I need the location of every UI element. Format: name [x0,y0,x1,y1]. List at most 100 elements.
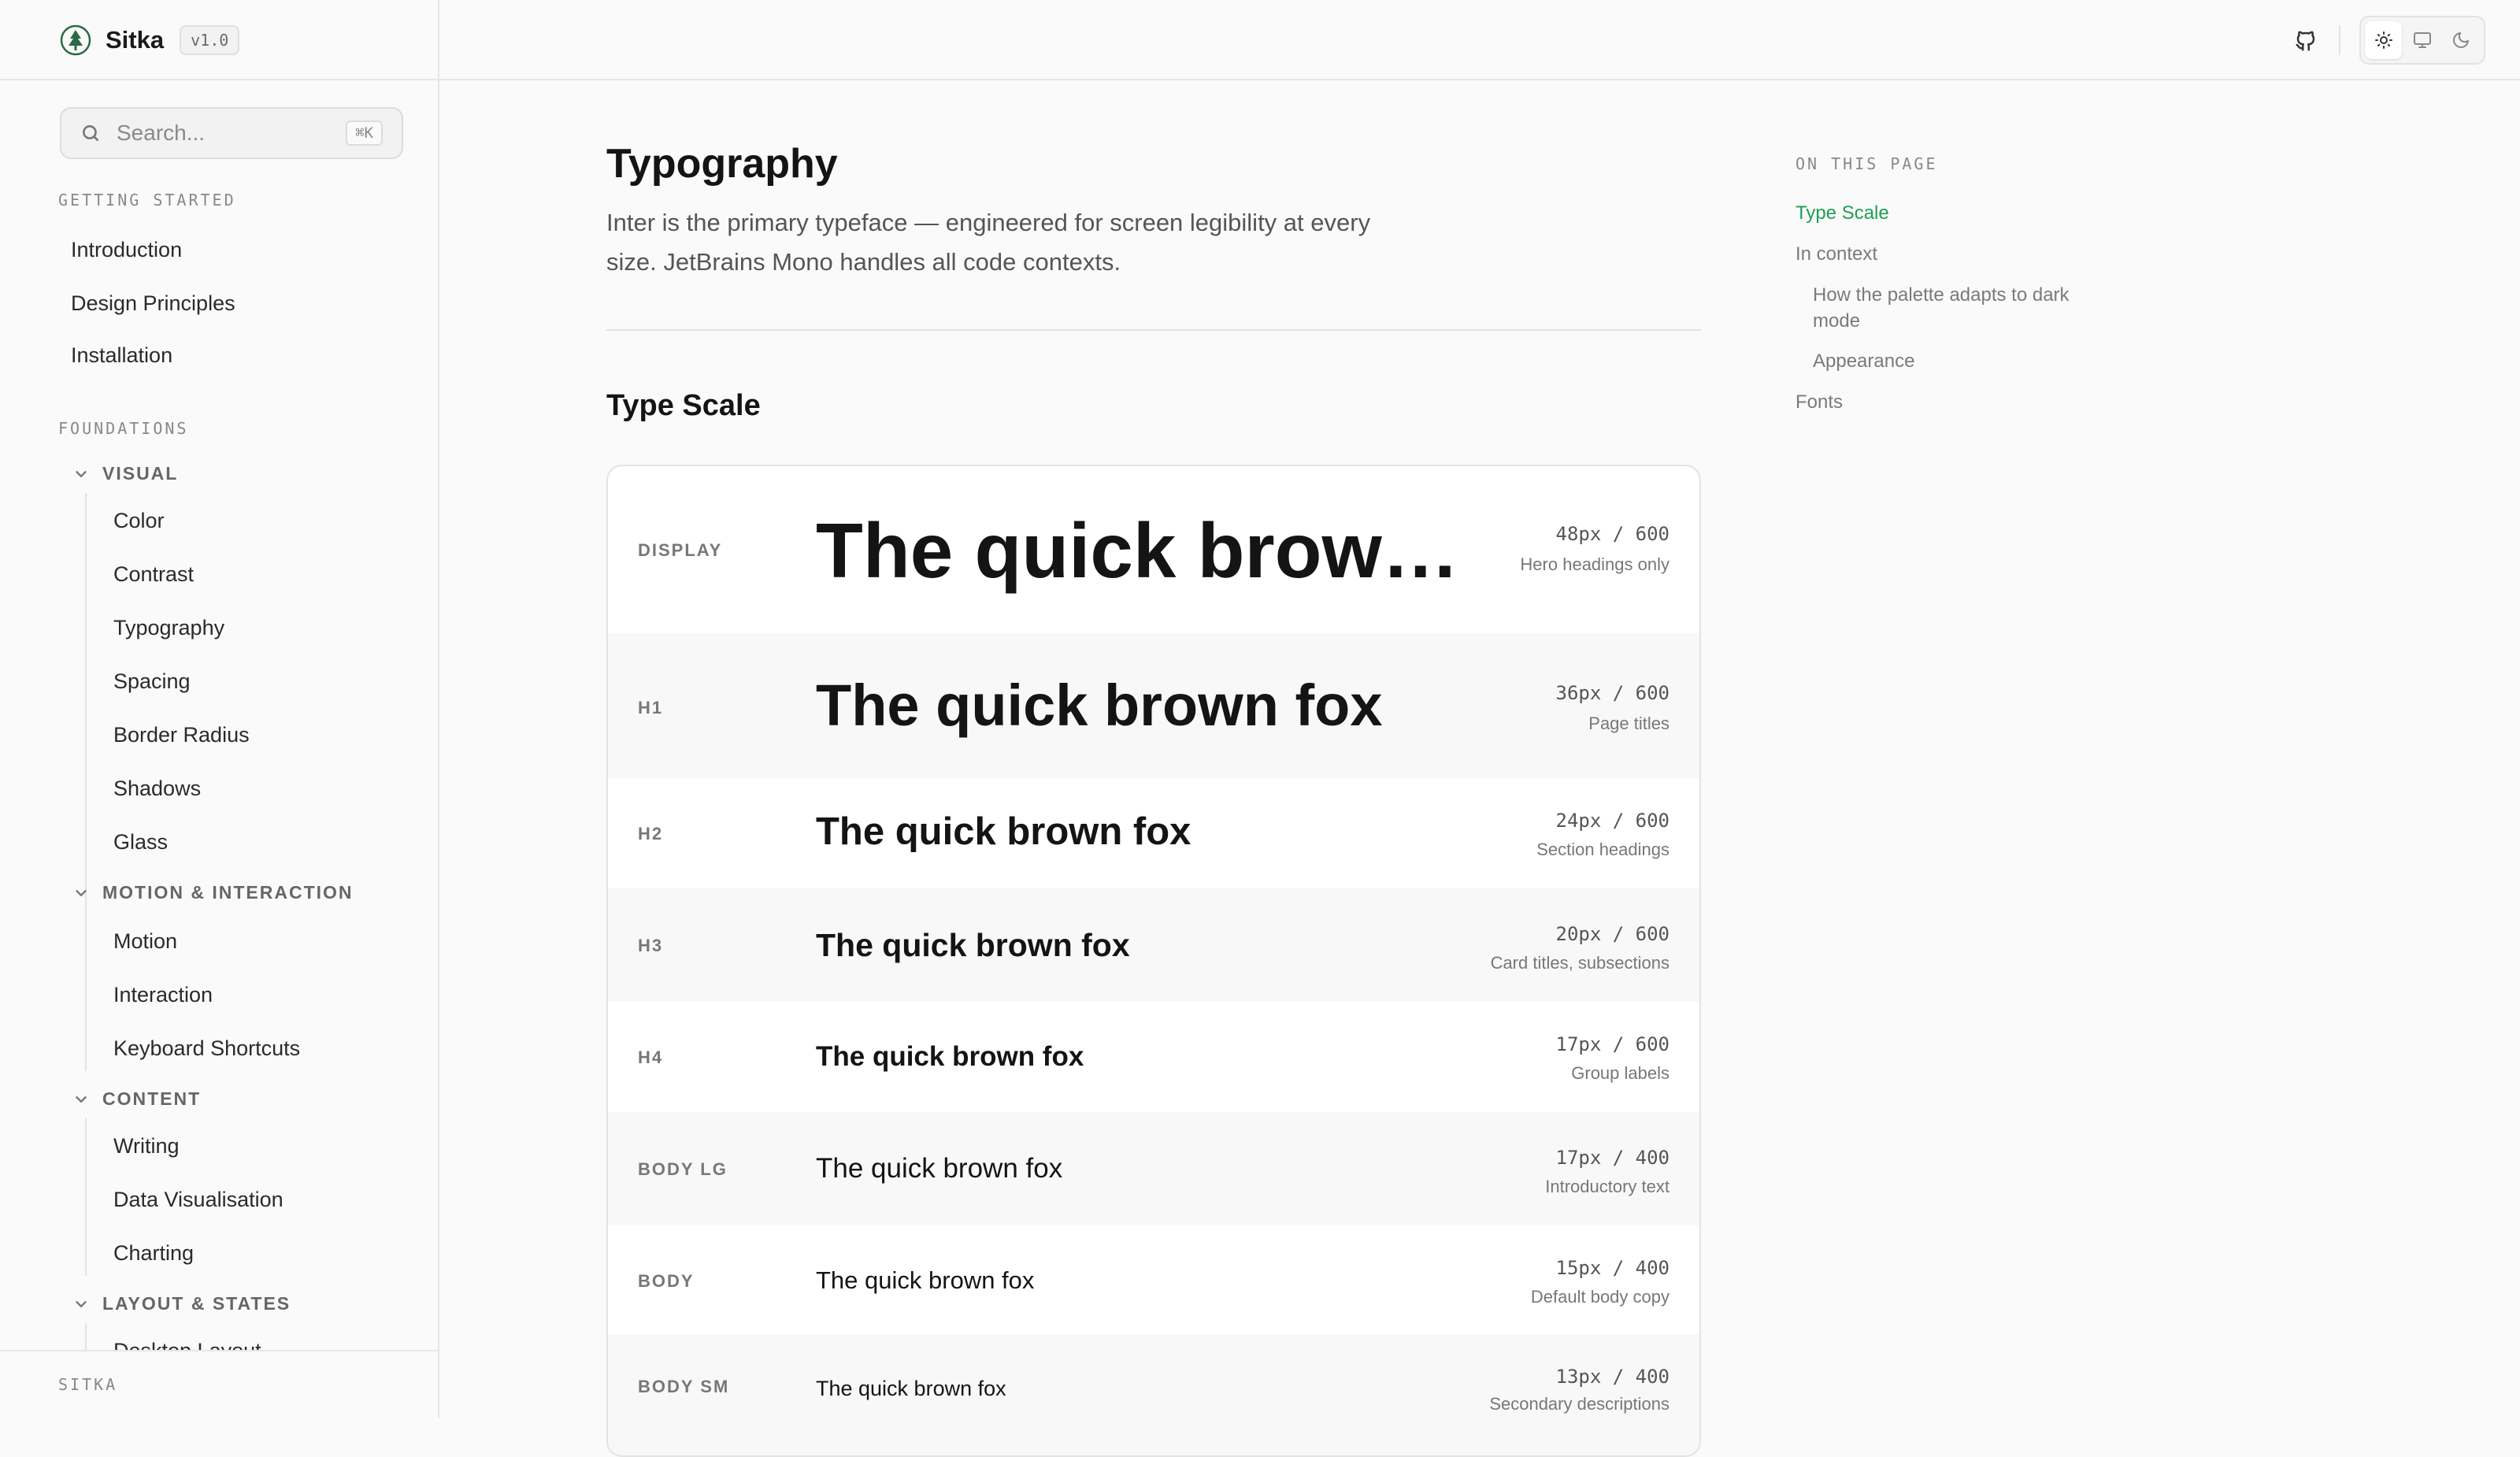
type-scale-row: DISPLAY The quick brown fox 48px / 600 H… [608,466,1699,633]
sidebar-item-data-visualisation[interactable]: Data Visualisation [113,1188,284,1212]
row-spec: 48px / 600 [1555,523,1670,545]
group-label: VISUAL [102,463,179,484]
sidebar-item-interaction[interactable]: Interaction [113,983,213,1007]
row-sample: The quick brown fox [816,507,1477,594]
sidebar-item-contrast[interactable]: Contrast [113,562,194,587]
section-label-foundations: FOUNDATIONS [58,419,189,438]
type-scale-row: H1 The quick brown fox 36px / 600 Page t… [608,633,1699,778]
type-scale-row: BODY The quick brown fox 15px / 400 Defa… [608,1225,1699,1334]
sidebar-item-charting[interactable]: Charting [113,1241,194,1266]
sidebar-item-writing[interactable]: Writing [113,1134,180,1159]
row-description: Introductory text [1545,1177,1670,1196]
sidebar: Search... ⌘K GETTING STARTED Introductio… [0,82,438,1350]
sidebar-item-glass[interactable]: Glass [113,830,168,855]
version-badge: v1.0 [180,25,240,55]
theme-light-button[interactable] [2365,21,2403,59]
toc-link-palette-dark-mode[interactable]: How the palette adapts to dark mode [1813,282,2073,334]
search-icon [83,125,98,141]
row-sample: The quick brown fox [816,810,1191,853]
toc-link-fonts[interactable]: Fonts [1796,389,1843,415]
row-label: H3 [638,936,664,955]
row-description: Card titles, subsections [1490,953,1670,973]
sidebar-item-spacing[interactable]: Spacing [113,669,191,694]
divider [606,329,1701,331]
chevron-down-icon [76,889,87,896]
brand[interactable]: Sitka v1.0 [60,24,240,57]
page-title: Typography [606,141,838,187]
row-description: Hero headings only [1520,554,1670,574]
github-button[interactable] [2288,24,2323,58]
tree-line [85,1118,87,1276]
sidebar-item-keyboard-shortcuts[interactable]: Keyboard Shortcuts [113,1036,300,1061]
row-description: Page titles [1588,714,1670,733]
row-spec: 24px / 600 [1555,810,1670,832]
tree-logo-icon [60,24,91,56]
row-description: Default body copy [1530,1287,1670,1307]
monitor-icon [2413,32,2431,48]
row-description: Group labels [1571,1063,1670,1083]
row-description: Secondary descriptions [1489,1394,1670,1414]
toc-link-type-scale[interactable]: Type Scale [1796,200,1889,226]
sidebar-item-shadows[interactable]: Shadows [113,777,201,801]
tree-line [85,914,87,1071]
group-label: LAYOUT & STATES [102,1293,291,1314]
tree-line [85,1323,87,1350]
type-scale-row: BODY LG The quick brown fox 17px / 400 I… [608,1112,1699,1225]
sidebar-item-design-principles[interactable]: Design Principles [71,291,235,316]
sidebar-divider [438,0,439,1418]
row-spec: 17px / 600 [1555,1033,1670,1055]
group-toggle-content[interactable]: CONTENT [72,1088,201,1110]
sidebar-item-typography[interactable]: Typography [113,616,224,640]
row-sample: The quick brown fox [816,1377,1006,1400]
row-label: DISPLAY [638,540,723,560]
moon-icon [2453,32,2470,48]
group-toggle-visual[interactable]: VISUAL [72,463,178,484]
row-label: H2 [638,824,664,843]
theme-system-button[interactable] [2403,21,2440,59]
chevron-down-icon [76,470,87,477]
sidebar-item-installation[interactable]: Installation [71,343,172,368]
sidebar-item-color[interactable]: Color [113,509,165,533]
sidebar-item-desktop-layout[interactable]: Desktop Layout [113,1339,261,1350]
type-scale-row: BODY SM The quick brown fox 13px / 400 S… [608,1334,1699,1455]
group-label: MOTION & INTERACTION [102,882,354,903]
tree-line [85,493,87,942]
row-spec: 20px / 600 [1555,923,1670,945]
row-sample: The quick brown fox [816,1041,1084,1072]
section-title-type-scale: Type Scale [606,389,761,422]
row-description: Section headings [1536,840,1670,859]
github-icon [2296,31,2315,51]
theme-switcher [2359,16,2485,65]
sidebar-item-border-radius[interactable]: Border Radius [113,723,250,747]
chevron-down-icon [76,1300,87,1307]
row-spec: 36px / 600 [1555,682,1670,704]
row-spec: 15px / 400 [1555,1257,1670,1279]
group-toggle-motion-interaction[interactable]: MOTION & INTERACTION [72,882,354,903]
row-sample: The quick brown fox [816,927,1130,963]
search-input[interactable]: Search... ⌘K [60,107,403,159]
group-toggle-layout-states[interactable]: LAYOUT & STATES [72,1293,291,1314]
group-label: CONTENT [102,1088,202,1109]
row-label: H1 [638,698,664,717]
row-label: H4 [638,1047,664,1067]
brand-name: Sitka [106,26,165,54]
type-scale-table: DISPLAY The quick brown fox 48px / 600 H… [606,465,1701,1457]
toc-link-appearance[interactable]: Appearance [1813,348,1914,374]
row-spec: 17px / 400 [1555,1147,1670,1169]
page-lead: Inter is the primary typeface — engineer… [606,209,1371,276]
type-scale-row: H3 The quick brown fox 20px / 600 Card t… [608,888,1699,1002]
theme-dark-button[interactable] [2443,21,2480,59]
toc-link-in-context[interactable]: In context [1796,241,1877,267]
sidebar-item-motion[interactable]: Motion [113,929,177,954]
row-sample: The quick brown fox [816,1266,1035,1294]
chevron-down-icon [76,1096,87,1103]
search-placeholder: Search... [117,120,206,145]
sidebar-footer-label: SITKA [58,1375,118,1394]
type-scale-row: H2 The quick brown fox 24px / 600 Sectio… [608,778,1699,888]
top-bar: Sitka v1.0 [0,0,2520,80]
sidebar-footer: SITKA [0,1350,438,1418]
toolbar-divider [2339,25,2340,55]
search-shortcut-badge: ⌘K [346,120,383,146]
row-spec: 13px / 400 [1555,1366,1670,1388]
sidebar-item-introduction[interactable]: Introduction [71,238,182,262]
